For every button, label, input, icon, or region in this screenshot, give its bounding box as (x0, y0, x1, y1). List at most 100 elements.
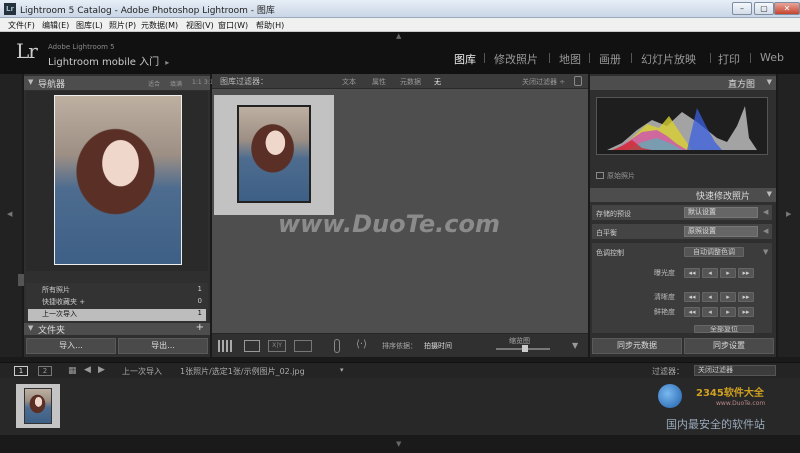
exposure-minus-large[interactable]: ◂◂ (684, 268, 700, 278)
filter-off-dropdown[interactable]: 关闭过滤器 ÷ (522, 77, 565, 87)
close-button[interactable]: ✕ (774, 2, 800, 15)
sync-settings-button[interactable]: 同步设置 (684, 338, 774, 354)
add-folder-icon[interactable]: + (196, 322, 204, 333)
collapse-top-icon[interactable]: ▲ (396, 32, 401, 40)
menu-metadata[interactable]: 元数据(M) (141, 20, 178, 31)
window-1-button[interactable]: 1 (14, 366, 28, 376)
loupe-view-icon[interactable] (244, 340, 260, 352)
clarity-minus-large[interactable]: ◂◂ (684, 292, 700, 302)
menu-view[interactable]: 视图(V) (186, 20, 214, 31)
grid-thumbnail[interactable] (237, 105, 311, 203)
module-slideshow[interactable]: 幻灯片放映 (641, 51, 696, 67)
original-photo-checkbox[interactable] (596, 172, 604, 179)
right-panel-toggle-icon[interactable]: ▶ (786, 210, 791, 218)
forward-arrow-icon[interactable]: ▶ (98, 365, 105, 375)
filmstrip-info[interactable]: 1张照片/选定1张/示例图片_02.jpg (180, 366, 305, 377)
histogram-graph (607, 106, 757, 150)
toolbar-menu-icon[interactable]: ▼ (572, 341, 578, 350)
expand-triangle-icon[interactable]: ◀ (763, 208, 768, 216)
clarity-plus[interactable]: ▸ (720, 292, 736, 302)
exposure-plus[interactable]: ▸ (720, 268, 736, 278)
menu-edit[interactable]: 编辑(E) (42, 20, 69, 31)
catalog-item-previous-import[interactable]: 上一次导入 1 (28, 309, 206, 321)
survey-view-icon[interactable] (294, 340, 312, 352)
back-arrow-icon[interactable]: ◀ (84, 365, 91, 375)
module-separator (710, 53, 711, 63)
filmstrip-filter-dropdown[interactable]: 关闭过滤器 (694, 365, 776, 376)
mobile-arrow-icon: ▸ (165, 58, 170, 67)
rotate-icon[interactable]: ⟨·⟩ (356, 339, 367, 350)
saved-preset-dropdown[interactable]: 默认设置 (684, 207, 758, 218)
catalog-item-label: 快捷收藏夹 + (42, 298, 86, 306)
filter-attribute[interactable]: 属性 (372, 77, 386, 87)
export-button[interactable]: 导出... (118, 338, 208, 354)
menu-file[interactable]: 文件(F) (8, 20, 35, 31)
app-icon: Lr (4, 3, 16, 15)
maximize-button[interactable]: ▢ (754, 2, 774, 15)
menu-window[interactable]: 窗口(W) (218, 20, 248, 31)
panel-scrollbar[interactable] (18, 274, 24, 286)
filter-metadata[interactable]: 元数据 (400, 77, 421, 87)
thumbnail-slider-thumb[interactable] (522, 345, 528, 352)
filmstrip-thumbnail[interactable] (24, 388, 52, 424)
grid-mode-icon[interactable]: ▦ (68, 366, 77, 376)
filmstrip-source[interactable]: 上一次导入 (122, 366, 162, 377)
navigator-title: 导航器 (38, 80, 66, 90)
clarity-plus-large[interactable]: ▸▸ (738, 292, 754, 302)
clarity-minus[interactable]: ◂ (702, 292, 718, 302)
menu-help[interactable]: 帮助(H) (256, 20, 284, 31)
catalog-item-quick-collection[interactable]: 快捷收藏夹 + 0 (28, 297, 206, 309)
collapse-triangle-icon[interactable]: ▼ (763, 248, 768, 256)
filter-none[interactable]: 无 (434, 77, 441, 87)
mobile-link-label: Lightroom mobile 入门 (48, 57, 160, 68)
vibrance-minus-large[interactable]: ◂◂ (684, 307, 700, 317)
module-separator (750, 53, 751, 63)
filter-text[interactable]: 文本 (342, 77, 356, 87)
quick-develop-header[interactable]: 快速修改照片 ▼ (590, 188, 776, 202)
white-balance-dropdown[interactable]: 原照设置 (684, 226, 758, 237)
reset-all-button[interactable]: 全部复位 (694, 325, 754, 333)
minimize-button[interactable]: – (732, 2, 752, 15)
module-map[interactable]: 地图 (559, 51, 581, 67)
import-button[interactable]: 导入... (26, 338, 116, 354)
identity-mobile-link[interactable]: Lightroom mobile 入门 ▸ (48, 53, 169, 68)
lock-icon[interactable] (574, 76, 582, 86)
chevron-down-icon[interactable]: ▾ (340, 366, 344, 374)
left-panel-toggle-icon[interactable]: ◀ (7, 210, 12, 218)
window-2-button[interactable]: 2 (38, 366, 52, 376)
collapse-triangle-icon: ▼ (28, 78, 34, 86)
zoom-fill[interactable]: 填满 (170, 79, 182, 88)
vibrance-label: 鲜艳度 (654, 308, 675, 316)
zoom-fit[interactable]: 适合 (148, 79, 160, 88)
collapse-bottom-icon[interactable]: ▼ (396, 440, 401, 448)
menu-library[interactable]: 图库(L) (76, 20, 103, 31)
module-book[interactable]: 画册 (599, 51, 621, 67)
library-filter-bar: 图库过滤器： 文本 属性 元数据 无 关闭过滤器 ÷ (212, 74, 588, 89)
white-balance-label: 白平衡 (596, 229, 617, 237)
auto-tone-button[interactable]: 自动调整色调 (684, 247, 744, 257)
module-develop[interactable]: 修改照片 (494, 51, 538, 67)
spray-can-icon[interactable] (334, 339, 340, 353)
exposure-minus[interactable]: ◂ (702, 268, 718, 278)
vibrance-plus-large[interactable]: ▸▸ (738, 307, 754, 317)
histogram-header[interactable]: 直方图 ▼ (590, 76, 776, 90)
grid-view-icon[interactable] (218, 340, 234, 352)
exposure-plus-large[interactable]: ▸▸ (738, 268, 754, 278)
navigator-header[interactable]: ▼ 导航器 适合 填满 1:1 3:1 (24, 76, 214, 90)
vibrance-minus[interactable]: ◂ (702, 307, 718, 317)
sort-value-dropdown[interactable]: 拍摄时间 (424, 341, 452, 351)
catalog-item-label: 所有照片 (42, 286, 70, 294)
navigator-photo[interactable] (54, 95, 182, 265)
collapse-triangle-icon: ▼ (766, 190, 772, 198)
expand-triangle-icon[interactable]: ◀ (763, 227, 768, 235)
vibrance-plus[interactable]: ▸ (720, 307, 736, 317)
folders-header[interactable]: ▼ 文件夹 + (24, 322, 210, 336)
module-library[interactable]: 图库 (454, 51, 476, 67)
catalog-item-all-photos[interactable]: 所有照片 1 (28, 285, 206, 297)
module-print[interactable]: 打印 (718, 51, 740, 67)
menu-photo[interactable]: 照片(P) (109, 20, 136, 31)
zoom-1-1[interactable]: 1:1 (192, 79, 202, 86)
module-web[interactable]: Web (760, 51, 784, 64)
compare-view-icon[interactable]: X|Y (268, 340, 286, 352)
sync-metadata-button[interactable]: 同步元数据 (592, 338, 682, 354)
